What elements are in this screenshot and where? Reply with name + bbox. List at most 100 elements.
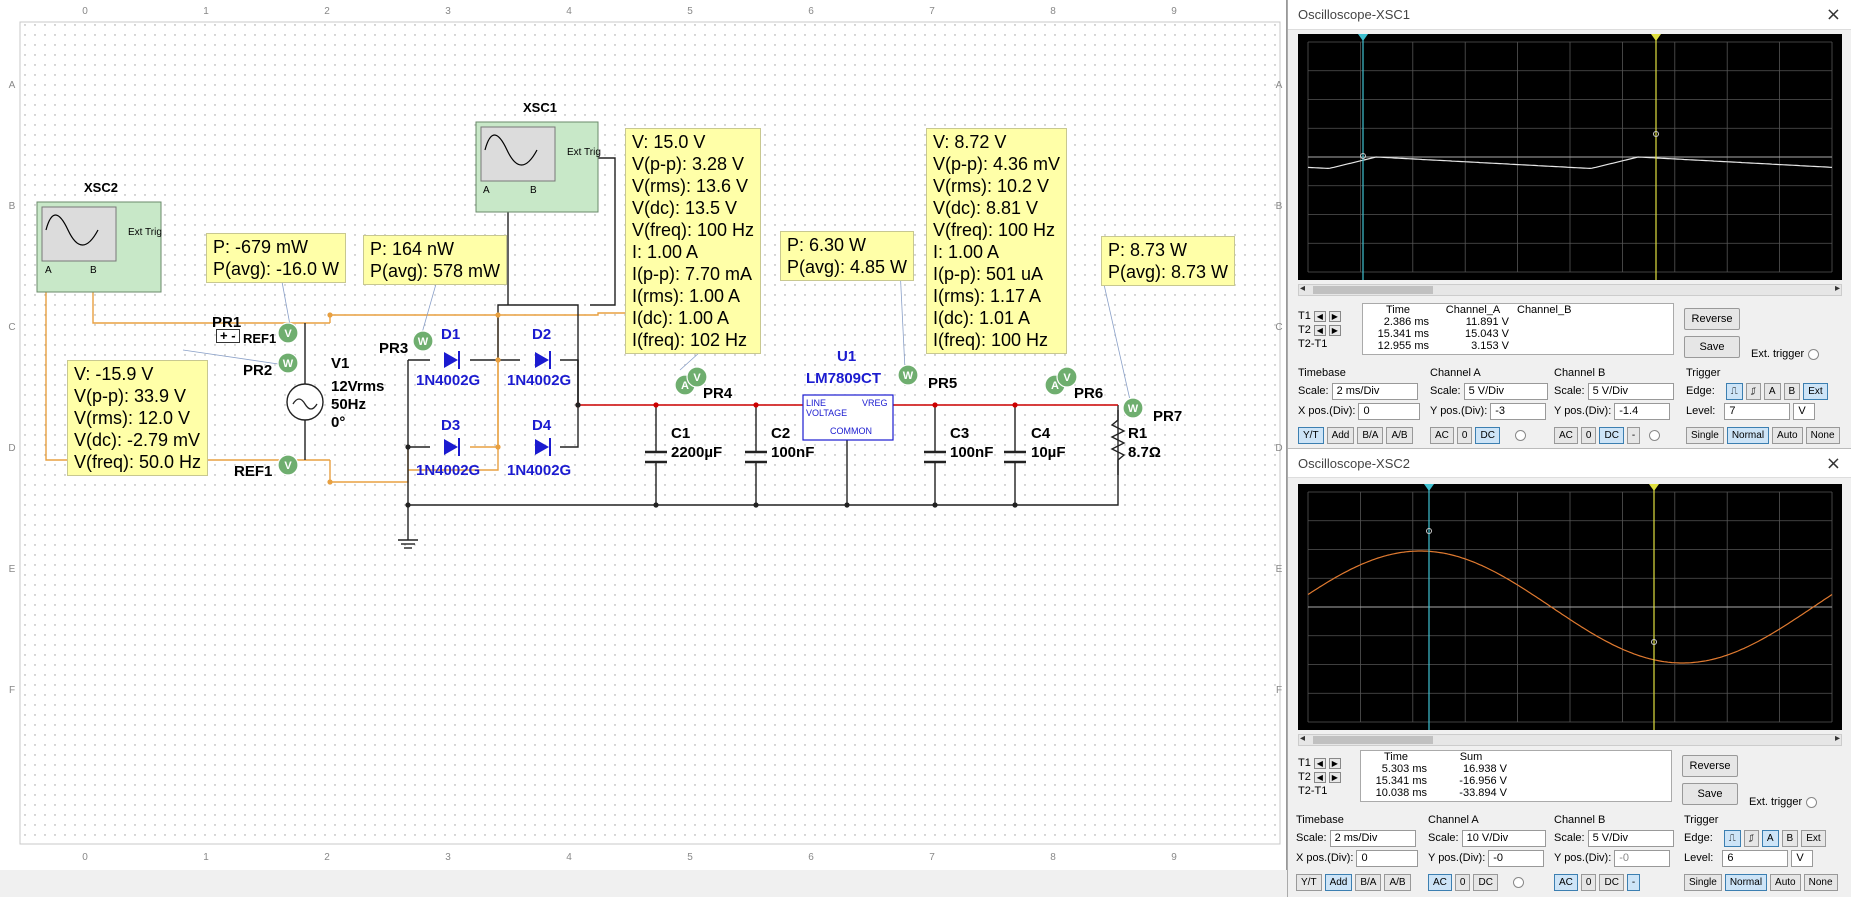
scope1-mode-add[interactable]: Add	[1326, 426, 1355, 444]
r1-value: 8.7Ω	[1128, 444, 1161, 461]
probe-pr2-readout: V: -15.9 V V(p-p): 33.9 V V(rms): 12.0 V V(…	[67, 360, 209, 476]
scope2-trig-single[interactable]: Single	[1684, 873, 1722, 891]
ruler-row-label: A	[9, 80, 16, 91]
scope1-save-button[interactable]: Save	[1684, 336, 1740, 358]
scope1-scrollbar[interactable]: ◂ ▸	[1298, 283, 1842, 296]
ruler-col-label: 0	[82, 6, 88, 17]
scope1-trig-none[interactable]: None	[1805, 426, 1840, 444]
t1-right-icon[interactable]: ▶	[1328, 757, 1341, 769]
scope1-cha-ac[interactable]: AC	[1430, 426, 1454, 444]
u1-pin-vreg: VREG	[862, 398, 888, 408]
scope2-cursor-labels: T1 ◀ ▶ T2 ◀ ▶ T2-T1	[1298, 756, 1341, 798]
t1-left-icon[interactable]: ◀	[1313, 310, 1326, 322]
v1-phase: 0°	[331, 414, 346, 431]
oscilloscope-xsc2-window[interactable]: Oscilloscope-XSC2 × ◂ ▸ T1 ◀ ▶ T2 ◀ ▶ T2-T1 …	[1287, 448, 1851, 897]
scope1-cha-scale[interactable]: 5 V/Div	[1463, 382, 1548, 400]
scope2-mode-ab[interactable]: A/B	[1384, 873, 1411, 891]
scope1-edge-ext[interactable]: Ext	[1803, 382, 1828, 400]
scope2-cha-radio-icon[interactable]	[1512, 876, 1524, 888]
scope1-mode-yt[interactable]: Y/T	[1298, 426, 1324, 444]
scope2-reverse-button[interactable]: Reverse	[1682, 755, 1738, 777]
scope2-trig-none[interactable]: None	[1803, 873, 1838, 891]
scope1-titlebar[interactable]: Oscilloscope-XSC1 ×	[1288, 0, 1851, 30]
scope2-trigger-level[interactable]: 6	[1722, 849, 1789, 867]
scope2-cha-dc[interactable]: DC	[1473, 873, 1498, 891]
scope1-close-icon[interactable]: ×	[1826, 4, 1841, 25]
scope1-chb-ac[interactable]: AC	[1554, 426, 1578, 444]
scope1-reverse-button[interactable]: Reverse	[1684, 308, 1740, 330]
scope1-xpos-input[interactable]: 0	[1358, 402, 1421, 420]
scope1-edge-falling-icon[interactable]: ⎎	[1745, 382, 1761, 400]
scope2-mode-add[interactable]: Add	[1324, 873, 1353, 891]
scope2-mode-ba[interactable]: B/A	[1355, 873, 1382, 891]
scope1-timebase-scale[interactable]: 2 ms/Div	[1331, 382, 1418, 400]
scope2-timebase-scale[interactable]: 2 ms/Div	[1329, 829, 1416, 847]
scope2-edge-falling-icon[interactable]: ⎎	[1743, 829, 1759, 847]
scope2-close-icon[interactable]: ×	[1826, 453, 1841, 474]
scope1-chb-dc[interactable]: DC	[1599, 426, 1624, 444]
scope1-chb-zero[interactable]: 0	[1580, 426, 1597, 444]
t2-right-icon[interactable]: ▶	[1328, 324, 1341, 336]
scope1-ext-trigger[interactable]: Ext. trigger	[1751, 348, 1820, 360]
scope2-cha-ypos[interactable]: -0	[1488, 849, 1545, 867]
scope1-display[interactable]	[1298, 34, 1842, 280]
scope2-display[interactable]	[1298, 484, 1842, 730]
scope2-ext-trigger[interactable]: Ext. trigger	[1749, 796, 1818, 808]
scope1-trigger-unit[interactable]: V	[1793, 402, 1816, 420]
scope2-edge-rising-icon[interactable]: ⎍	[1723, 829, 1741, 847]
scope2-cha-zero[interactable]: 0	[1454, 873, 1471, 891]
scope2-chb-ac[interactable]: AC	[1554, 873, 1578, 891]
scope2-edge-a[interactable]: A	[1761, 829, 1779, 847]
scope2-chb-dc[interactable]: DC	[1599, 873, 1624, 891]
scope2-edge-ext[interactable]: Ext	[1801, 829, 1826, 847]
ruler-col-label: 1	[203, 852, 209, 863]
scope2-edge-b[interactable]: B	[1781, 829, 1799, 847]
scope1-chb-minus[interactable]: -	[1626, 426, 1641, 444]
scope1-trig-single[interactable]: Single	[1686, 426, 1724, 444]
scope1-cha-ypos[interactable]: -3	[1490, 402, 1547, 420]
scope2-cha-ac[interactable]: AC	[1428, 873, 1452, 891]
ref1-label: REF1	[234, 463, 273, 480]
scope1-edge-rising-icon[interactable]: ⎍	[1725, 382, 1743, 400]
scope1-mode-ba[interactable]: B/A	[1357, 426, 1384, 444]
t2-left-icon[interactable]: ◀	[1313, 771, 1326, 783]
scope1-chb-radio-icon[interactable]	[1649, 429, 1661, 441]
scope2-save-button[interactable]: Save	[1682, 783, 1738, 805]
scope2-trig-normal[interactable]: Normal	[1724, 873, 1768, 891]
t2-left-icon[interactable]: ◀	[1313, 324, 1326, 336]
scope2-chb-scale[interactable]: 5 V/Div	[1587, 829, 1674, 847]
scope1-trig-normal[interactable]: Normal	[1726, 426, 1770, 444]
c2-value: 100nF	[771, 444, 815, 461]
scope2-scrollbar[interactable]: ◂ ▸	[1298, 733, 1842, 746]
ruler-row-label: C	[1275, 322, 1282, 333]
scope2-mode-yt[interactable]: Y/T	[1296, 873, 1322, 891]
scope2-titlebar[interactable]: Oscilloscope-XSC2 ×	[1288, 448, 1851, 478]
scope2-trigger-unit[interactable]: V	[1791, 849, 1814, 867]
t2-right-icon[interactable]: ▶	[1328, 771, 1341, 783]
scope2-chb-minus[interactable]: -	[1626, 873, 1641, 891]
scope2-chb-ypos[interactable]: -0	[1614, 849, 1671, 867]
scope2-chb-zero[interactable]: 0	[1580, 873, 1597, 891]
scope1-chb-ypos[interactable]: -1.4	[1614, 402, 1671, 420]
scope1-scroll-thumb[interactable]	[1313, 286, 1433, 294]
t1-right-icon[interactable]: ▶	[1328, 310, 1341, 322]
ruler-col-label: 8	[1050, 6, 1056, 17]
scope2-trig-auto[interactable]: Auto	[1770, 873, 1801, 891]
scope2-scroll-thumb[interactable]	[1313, 736, 1433, 744]
ruler-row-label: C	[8, 322, 15, 333]
oscilloscope-xsc1-window[interactable]: Oscilloscope-XSC1 × ◂ ▸ T1 ◀ ▶ T2 ◀ ▶ T2-T1 …	[1287, 0, 1851, 448]
scope1-edge-a[interactable]: A	[1763, 382, 1781, 400]
c4-label: C4	[1031, 425, 1051, 442]
scope1-edge-b[interactable]: B	[1783, 382, 1801, 400]
schematic-canvas[interactable]: 0123456789 0123456789 ABCDEF ABCDEF V W …	[0, 0, 1287, 870]
scope2-cha-scale[interactable]: 10 V/Div	[1461, 829, 1546, 847]
scope1-cha-dc[interactable]: DC	[1475, 426, 1500, 444]
scope1-trig-auto[interactable]: Auto	[1772, 426, 1803, 444]
scope1-chb-scale[interactable]: 5 V/Div	[1587, 382, 1674, 400]
scope2-xpos-input[interactable]: 0	[1356, 849, 1419, 867]
scope1-trigger-level[interactable]: 7	[1724, 402, 1791, 420]
scope1-cha-radio-icon[interactable]	[1514, 429, 1526, 441]
scope1-mode-ab[interactable]: A/B	[1386, 426, 1413, 444]
t1-left-icon[interactable]: ◀	[1313, 757, 1326, 769]
scope1-cha-zero[interactable]: 0	[1456, 426, 1473, 444]
